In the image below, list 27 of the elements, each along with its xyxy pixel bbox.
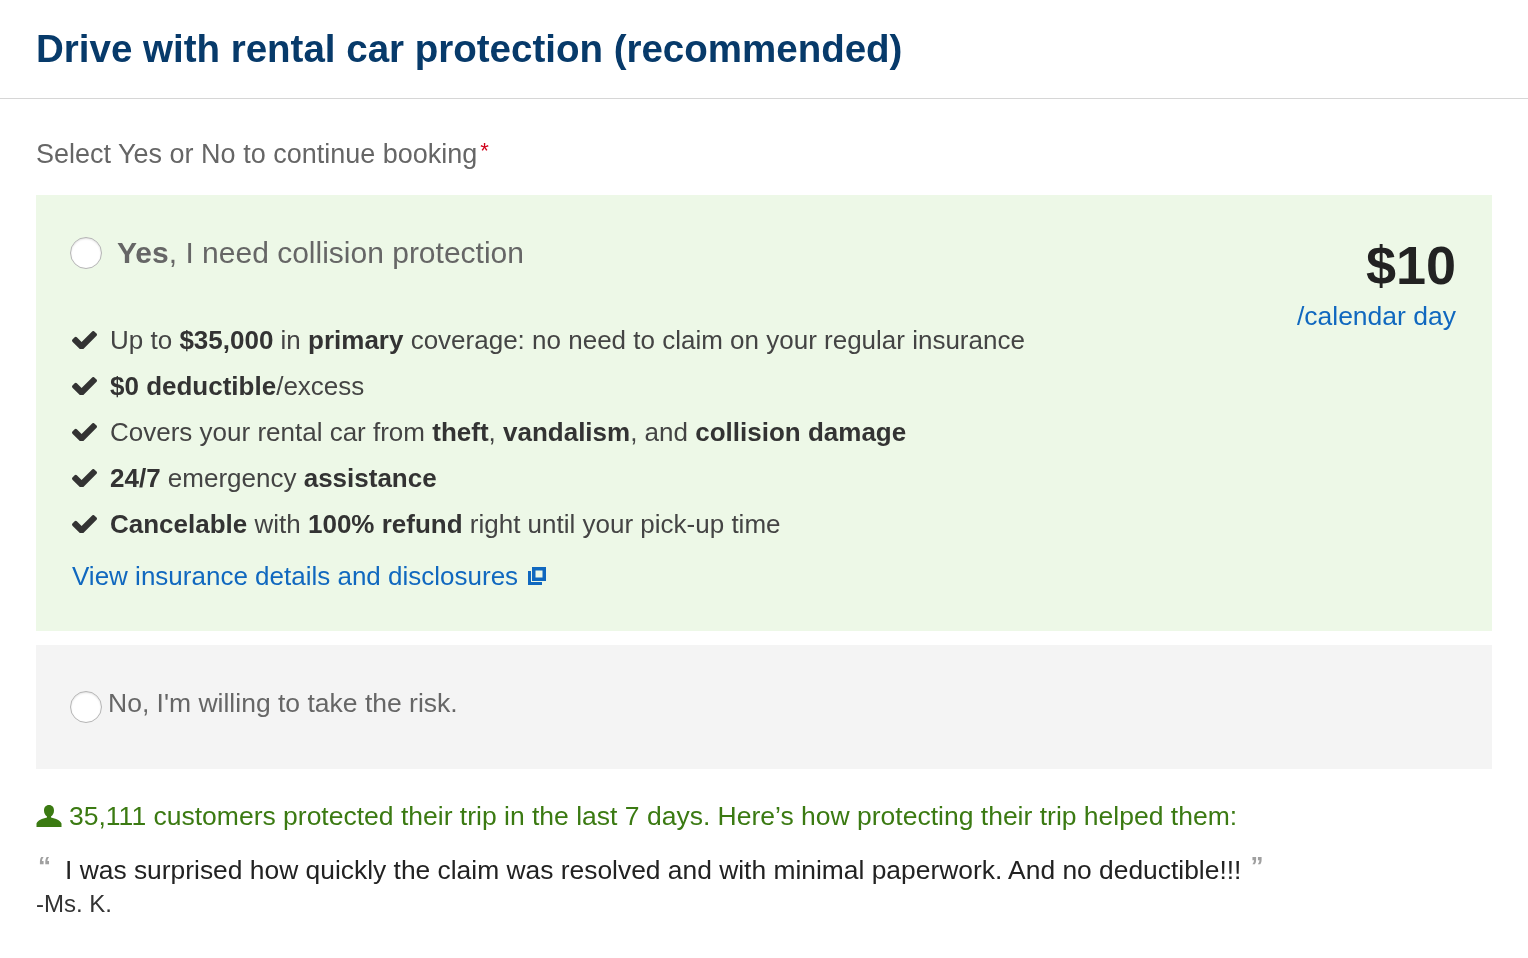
check-icon bbox=[72, 377, 97, 395]
page-title: Drive with rental car protection (recommended) bbox=[36, 27, 903, 71]
quote-author: -Ms. K. bbox=[36, 891, 112, 917]
option-label[interactable]: Yes, I need collision protection bbox=[117, 237, 524, 269]
external-link-icon bbox=[528, 567, 547, 585]
required-mark: * bbox=[480, 139, 489, 163]
quote-mark: ” bbox=[1250, 855, 1264, 877]
prompt-text: Select Yes or No to continue booking bbox=[36, 139, 478, 169]
quote-text: I was surprised how quickly the claim was resolved and with minimal paperwork. And no deductible!!! bbox=[65, 855, 1242, 885]
insurance-details-link[interactable]: View insurance details and disclosures bbox=[72, 561, 547, 591]
benefit-text: Cancelable with 100% refund right until your pick-up time bbox=[110, 509, 781, 539]
benefit-text: $0 deductible/excess bbox=[110, 371, 365, 401]
radio-button[interactable] bbox=[70, 237, 102, 269]
benefit-text: Covers your rental car from theft, vandalism, and collision damage bbox=[110, 417, 907, 447]
quote-mark: “ bbox=[38, 855, 51, 877]
option-label[interactable]: No, I'm willing to take the risk. bbox=[108, 688, 458, 718]
price-unit: /calendar day bbox=[1296, 301, 1456, 331]
price-text: $10 bbox=[1365, 237, 1456, 293]
check-icon bbox=[72, 423, 97, 441]
radio-button[interactable] bbox=[70, 691, 102, 723]
check-icon bbox=[72, 331, 97, 349]
benefit-text: Up to $35,000 in primary coverage: no need to claim on your regular insurance bbox=[110, 325, 1025, 355]
benefit-text: 24/7 emergency assistance bbox=[110, 463, 437, 493]
social-proof-text: 35,111 customers protected their trip in the last 7 days. Here’s how protecting their trip helped them: bbox=[69, 801, 1238, 831]
check-icon bbox=[72, 469, 97, 487]
person-icon bbox=[36, 805, 62, 827]
check-icon bbox=[72, 515, 97, 533]
